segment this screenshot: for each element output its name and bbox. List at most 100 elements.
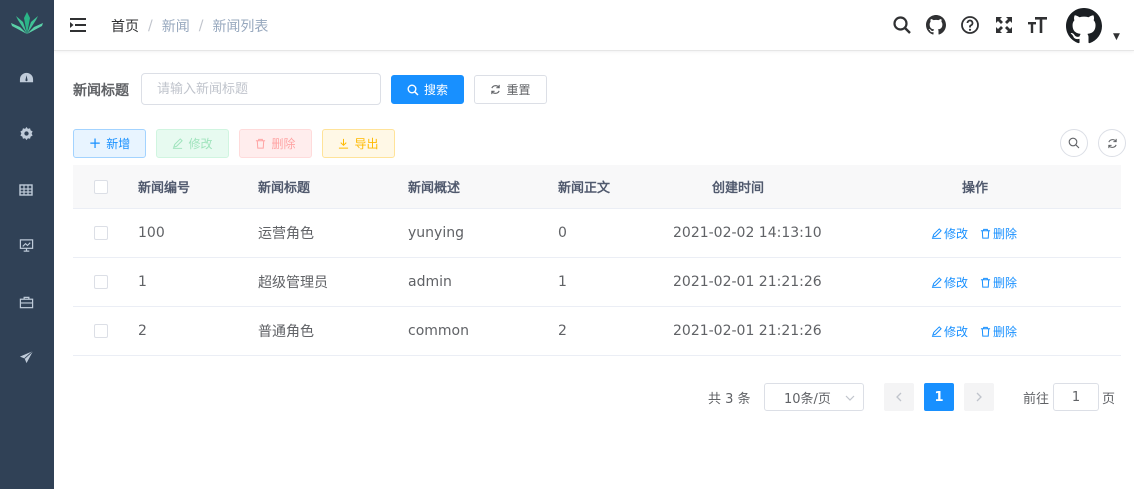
breadcrumb: 首页 / 新闻 / 新闻列表	[111, 16, 268, 36]
page-size-value: 10条/页	[784, 391, 831, 407]
column-header-content: 新闻正文	[558, 181, 611, 196]
search-icon	[407, 84, 419, 96]
pagination-total: 共 3 条	[708, 391, 751, 407]
cell-title: 超级管理员	[258, 275, 328, 291]
toolbox-icon[interactable]	[17, 293, 35, 311]
edit-icon	[931, 325, 942, 337]
cell-title: 普通角色	[258, 324, 314, 340]
add-button[interactable]: + 新增	[73, 129, 146, 158]
cell-summary: yunying	[408, 225, 464, 241]
help-icon[interactable]	[959, 14, 981, 36]
cell-content: 1	[558, 274, 567, 290]
row-edit-link[interactable]: 修改	[931, 225, 968, 242]
trash-icon	[980, 277, 991, 288]
trash-icon	[980, 326, 991, 337]
row-edit-label: 修改	[944, 226, 969, 241]
trash-icon	[980, 228, 991, 239]
goto-label: 前往	[1023, 391, 1050, 407]
table-icon[interactable]	[17, 181, 35, 199]
refresh-table-button[interactable]	[1098, 129, 1126, 157]
edit-icon	[931, 276, 942, 288]
row-delete-link[interactable]: 删除	[980, 323, 1017, 340]
column-header-id: 新闻编号	[138, 181, 191, 196]
next-page-button[interactable]	[964, 383, 994, 411]
search-button[interactable]: 搜索	[391, 75, 464, 104]
navbar: 首页 / 新闻 / 新闻列表 ▼	[54, 0, 1134, 51]
font-size-icon[interactable]	[1027, 14, 1049, 36]
plus-icon: +	[88, 134, 102, 152]
caret-down-icon[interactable]: ▼	[1113, 32, 1120, 42]
edit-icon	[931, 227, 942, 239]
page-size-select[interactable]: 10条/页	[764, 383, 864, 411]
table-row: 1 超级管理员 admin 1 2021-02-01 21:21:26 修改 删…	[73, 258, 1121, 307]
cell-actions: 修改 删除	[931, 258, 1017, 306]
delete-button-label: 删除	[271, 137, 296, 151]
reset-button[interactable]: 重置	[474, 75, 547, 104]
sidebar	[0, 0, 54, 489]
goto-page-input[interactable]: 1	[1053, 383, 1099, 411]
news-title-input[interactable]	[141, 73, 381, 105]
monitor-icon[interactable]	[17, 236, 35, 254]
settings-icon[interactable]	[17, 124, 35, 142]
cell-content: 2	[558, 323, 567, 339]
chevron-down-icon	[845, 395, 855, 401]
page-suffix: 页	[1102, 391, 1116, 407]
edit-button[interactable]: 修改	[156, 129, 229, 158]
dashboard-icon[interactable]	[17, 69, 35, 87]
row-checkbox[interactable]	[94, 275, 108, 289]
cell-created: 2021-02-01 21:21:26	[673, 274, 822, 290]
cell-id: 2	[138, 323, 147, 339]
add-button-label: 新增	[106, 137, 131, 151]
github-icon[interactable]	[925, 14, 947, 36]
breadcrumb-news: 新闻	[161, 19, 190, 35]
toggle-search-button[interactable]	[1060, 129, 1088, 157]
cell-summary: admin	[408, 274, 452, 290]
row-checkbox[interactable]	[94, 226, 108, 240]
row-checkbox[interactable]	[94, 324, 108, 338]
breadcrumb-home[interactable]: 首页	[111, 16, 139, 36]
row-delete-label: 删除	[993, 226, 1018, 241]
search-icon	[1068, 137, 1080, 149]
cell-title: 运营角色	[258, 226, 314, 242]
refresh-icon	[491, 84, 501, 95]
cell-created: 2021-02-01 21:21:26	[673, 323, 822, 339]
reset-button-label: 重置	[506, 83, 531, 97]
avatar[interactable]	[1066, 8, 1102, 44]
export-button[interactable]: 导出	[322, 129, 395, 158]
prev-page-button[interactable]	[884, 383, 914, 411]
breadcrumb-news-list: 新闻列表	[212, 19, 269, 35]
download-icon	[339, 138, 349, 149]
row-edit-link[interactable]: 修改	[931, 323, 968, 340]
column-header-summary: 新闻概述	[408, 181, 461, 196]
table-header: 新闻编号 新闻标题 新闻概述 新闻正文 创建时间 操作	[73, 165, 1121, 209]
cell-actions: 修改 删除	[931, 209, 1017, 257]
row-delete-link[interactable]: 删除	[980, 274, 1017, 291]
search-button-label: 搜索	[423, 83, 448, 97]
cell-summary: common	[408, 323, 469, 339]
cell-id: 1	[138, 274, 147, 290]
table-row: 100 运营角色 yunying 0 2021-02-02 14:13:10 修…	[73, 209, 1121, 258]
column-header-created: 创建时间	[712, 181, 765, 196]
delete-button[interactable]: 删除	[239, 129, 312, 158]
row-delete-label: 删除	[993, 275, 1018, 290]
select-all-checkbox[interactable]	[94, 179, 108, 194]
row-delete-link[interactable]: 删除	[980, 225, 1017, 242]
cell-created: 2021-02-02 14:13:10	[673, 225, 822, 241]
breadcrumb-separator: /	[148, 18, 153, 34]
table-row: 2 普通角色 common 2 2021-02-01 21:21:26 修改 删…	[73, 307, 1121, 356]
news-table: 新闻编号 新闻标题 新闻概述 新闻正文 创建时间 操作 100 运营角色 yun…	[73, 165, 1121, 356]
fullscreen-icon[interactable]	[993, 14, 1015, 36]
page-number-current[interactable]: 1	[924, 383, 954, 411]
cell-actions: 修改 删除	[931, 307, 1017, 355]
chevron-right-icon	[976, 392, 982, 402]
row-edit-label: 修改	[944, 324, 969, 339]
search-icon[interactable]	[891, 14, 913, 36]
export-button-label: 导出	[354, 137, 379, 151]
send-icon[interactable]	[17, 348, 35, 366]
row-edit-link[interactable]: 修改	[931, 274, 968, 291]
logo	[11, 12, 43, 34]
cell-content: 0	[558, 225, 567, 241]
chevron-left-icon	[896, 392, 902, 402]
hamburger-menu-icon[interactable]	[68, 15, 88, 35]
column-header-actions: 操作	[962, 181, 989, 196]
